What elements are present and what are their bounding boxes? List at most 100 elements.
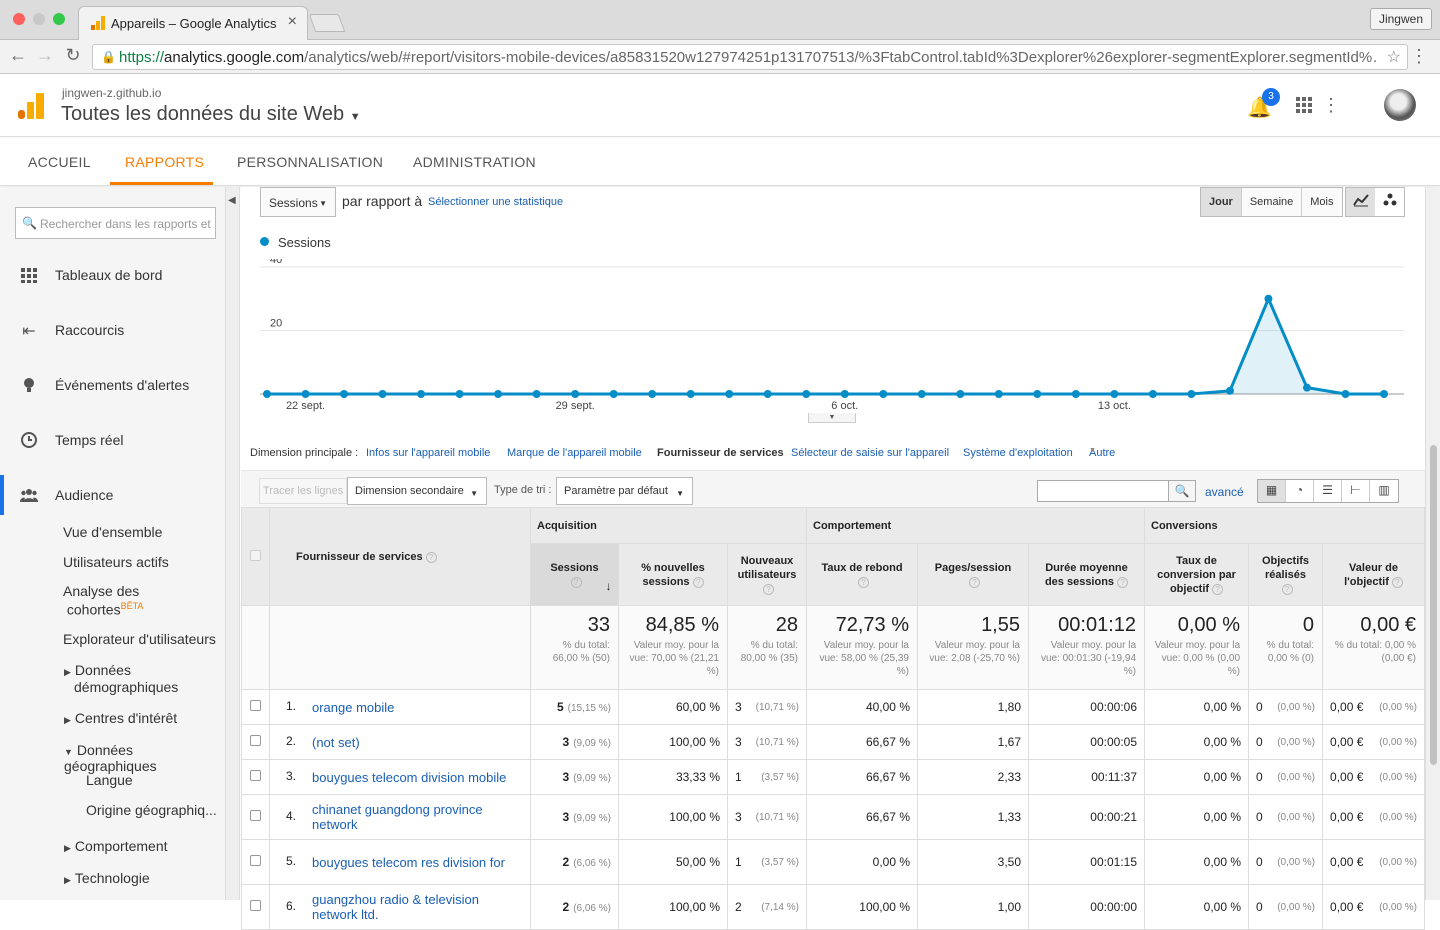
sidebar-search-input[interactable]: 🔍 Rechercher dans les rapports et l'aide [15, 207, 216, 239]
help-icon[interactable]: ? [570, 576, 582, 588]
sidebar-collapse-handle[interactable]: ◀ [226, 187, 240, 900]
row-checkbox[interactable] [250, 770, 261, 781]
table-search-button[interactable]: 🔍 [1168, 480, 1196, 502]
provider-link[interactable]: bouygues telecom division mobile [312, 770, 512, 785]
provider-link[interactable]: orange mobile [312, 700, 512, 715]
dimension-input-selector[interactable]: Sélecteur de saisie sur l'appareil [791, 447, 949, 459]
dimension-device-brand[interactable]: Marque de l'appareil mobile [507, 447, 642, 459]
motion-chart-icon[interactable] [1375, 188, 1404, 216]
help-icon[interactable]: ? [969, 576, 980, 588]
select-all-checkbox[interactable] [250, 549, 261, 561]
metric-dropdown[interactable]: Sessions ▼ [260, 187, 336, 217]
secondary-dimension-dropdown[interactable]: Dimension secondaire ▼ [347, 477, 487, 505]
granularity-month-button[interactable]: Mois [1302, 188, 1341, 216]
bookmark-star-icon[interactable]: ☆ [1387, 47, 1401, 67]
sidebar-sub-behavior[interactable]: ▶ Comportement [64, 838, 168, 854]
sidebar-sub-active-users[interactable]: Utilisateurs actifs [63, 554, 169, 570]
avatar[interactable] [1384, 89, 1416, 121]
address-bar[interactable]: 🔒 https://analytics.google.com/analytics… [92, 44, 1408, 70]
table-view-icon[interactable]: ▦ [1258, 480, 1286, 502]
row-checkbox[interactable] [250, 735, 261, 746]
browser-menu-icon[interactable]: ⋮ [1410, 46, 1428, 67]
tab-administration[interactable]: ADMINISTRATION [413, 154, 536, 170]
provider-link[interactable]: bouygues telecom res division for [312, 855, 512, 870]
close-window-button[interactable] [13, 13, 25, 25]
back-arrow-icon[interactable]: ← [6, 45, 30, 66]
sidebar-item-alerts[interactable]: Événements d'alertes [0, 367, 226, 403]
performance-view-icon[interactable]: ☰ [1314, 480, 1342, 502]
row-checkbox[interactable] [250, 700, 261, 711]
help-icon[interactable]: ? [692, 576, 704, 588]
view-selector[interactable]: Toutes les données du site Web ▼ [61, 103, 361, 126]
sidebar-sub-cohorts[interactable]: Analyse des cohortesBÊTA [63, 584, 143, 618]
maximize-window-button[interactable] [53, 13, 65, 25]
bounce-column-header[interactable]: Taux de rebond? [806, 543, 918, 606]
more-options-icon[interactable]: ⋮ [1322, 95, 1340, 116]
tab-accueil[interactable]: ACCUEIL [28, 154, 91, 170]
tab-close-icon[interactable]: × [288, 13, 297, 31]
browser-tab[interactable]: Appareils – Google Analytics × [78, 6, 308, 40]
row-checkbox[interactable] [250, 810, 261, 821]
dimension-os[interactable]: Système d'exploitation [963, 447, 1073, 459]
new-sessions-column-header[interactable]: % nouvelles sessions? [618, 543, 728, 606]
provider-link[interactable]: guangzhou radio & television network ltd… [312, 892, 512, 922]
sidebar-sub-language[interactable]: Langue [86, 772, 133, 788]
chart-resize-handle[interactable]: ▼ [808, 413, 856, 423]
pages-column-header[interactable]: Pages/session? [917, 543, 1029, 606]
row-checkbox[interactable] [250, 855, 261, 866]
reload-icon[interactable]: ↻ [61, 45, 85, 66]
duration-column-header[interactable]: Durée moyenne des sessions? [1027, 543, 1146, 606]
granularity-week-button[interactable]: Semaine [1242, 188, 1303, 216]
pie-view-icon[interactable]: ◔ [1286, 480, 1314, 502]
pivot-view-icon[interactable]: ▥ [1370, 480, 1398, 502]
profile-button[interactable]: Jingwen [1369, 8, 1432, 30]
sidebar-sub-technology[interactable]: ▶ Technologie [64, 870, 150, 886]
minimize-window-button[interactable] [33, 13, 45, 25]
advanced-filter-link[interactable]: avancé [1205, 485, 1244, 499]
conv-rate-column-header[interactable]: Taux de conversion par objectif? [1144, 543, 1250, 606]
tab-rapports[interactable]: RAPPORTS [125, 154, 204, 170]
apps-grid-icon[interactable] [1296, 97, 1312, 113]
help-icon[interactable]: ? [1212, 583, 1224, 595]
provider-column-header[interactable]: Fournisseur de services? [269, 507, 531, 606]
help-icon[interactable]: ? [1391, 576, 1403, 588]
new-users-column-header[interactable]: Nouveaux utilisateurs? [727, 543, 807, 606]
sidebar-sub-interests[interactable]: ▶ Centres d'intérêt [64, 710, 177, 726]
table-search-input[interactable] [1037, 480, 1169, 502]
dimension-service-provider[interactable]: Fournisseur de services [657, 447, 784, 459]
tab-personnalisation[interactable]: PERSONNALISATION [237, 154, 383, 170]
help-icon[interactable]: ? [763, 583, 774, 595]
plot-rows-button[interactable]: Tracer les lignes [259, 478, 348, 504]
sidebar-item-audience[interactable]: Audience [0, 477, 226, 513]
bounce-cell: 0,00 % [806, 839, 918, 885]
url-text[interactable]: https://analytics.google.com/analytics/w… [119, 49, 1379, 66]
comparison-view-icon[interactable]: ⊢ [1342, 480, 1370, 502]
sidebar-sub-overview[interactable]: Vue d'ensemble [63, 524, 162, 540]
sessions-column-header[interactable]: Sessions? ↓ [530, 543, 619, 606]
goal-value-column-header[interactable]: Valeur de l'objectif? [1322, 543, 1426, 606]
new-tab-button[interactable] [308, 14, 346, 32]
forward-arrow-icon[interactable]: → [33, 45, 57, 66]
dimension-device-info[interactable]: Infos sur l'appareil mobile [366, 447, 490, 459]
select-metric-link[interactable]: Sélectionner une statistique [428, 196, 563, 208]
sidebar-item-shortcuts[interactable]: ⇤ Raccourcis [0, 312, 226, 348]
provider-link[interactable]: (not set) [312, 735, 512, 750]
sidebar-sub-location[interactable]: Origine géographiq... [86, 802, 217, 818]
granularity-day-button[interactable]: Jour [1201, 188, 1242, 216]
goals-column-header[interactable]: Objectifs réalisés? [1248, 543, 1324, 606]
scrollbar-thumb[interactable] [1430, 445, 1437, 765]
sidebar-item-realtime[interactable]: Temps réel [0, 422, 226, 458]
line-chart-icon[interactable] [1346, 188, 1375, 216]
sidebar-item-dashboards[interactable]: Tableaux de bord [0, 257, 226, 293]
page-scrollbar[interactable] [1425, 187, 1440, 900]
row-checkbox[interactable] [250, 900, 261, 911]
sidebar-sub-geo[interactable]: ▼ Données géographiques [64, 742, 225, 774]
help-icon[interactable]: ? [1281, 583, 1293, 595]
help-icon[interactable]: ? [858, 576, 869, 588]
sidebar-sub-user-explorer[interactable]: Explorateur d'utilisateurs [63, 631, 216, 647]
help-icon[interactable]: ? [425, 551, 437, 563]
sort-type-dropdown[interactable]: Paramètre par défaut ▼ [556, 477, 693, 505]
sidebar-sub-demographics[interactable]: ▶ Données démographiques [64, 663, 178, 695]
help-icon[interactable]: ? [1117, 576, 1129, 588]
provider-link[interactable]: chinanet guangdong province network [312, 802, 512, 832]
